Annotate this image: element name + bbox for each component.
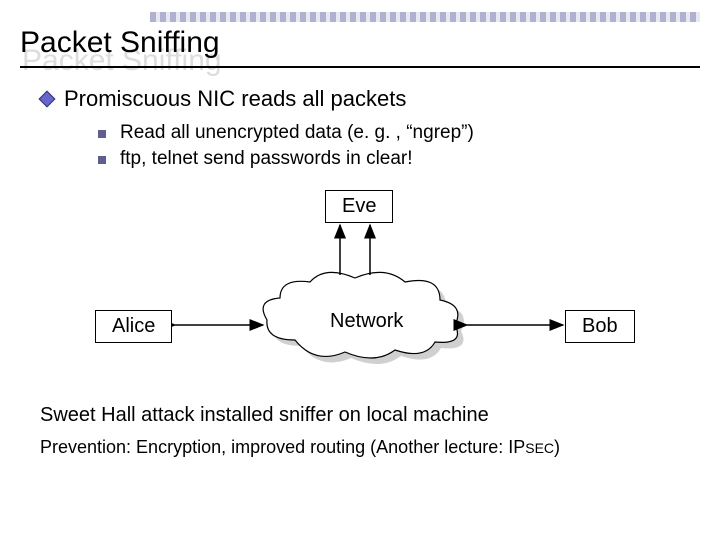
node-bob: Bob bbox=[565, 310, 635, 343]
node-alice: Alice bbox=[95, 310, 172, 343]
bullet-level2-b-text: ftp, telnet send passwords in clear! bbox=[120, 148, 413, 170]
bullet-level2-a: Read all unencrypted data (e. g. , “ngre… bbox=[98, 122, 690, 144]
footer-line-1: Sweet Hall attack installed sniffer on l… bbox=[40, 404, 720, 427]
footer-line-2: Prevention: Encryption, improved routing… bbox=[40, 437, 720, 458]
footer2-smallcaps: SEC bbox=[525, 440, 554, 456]
decorative-top-bar bbox=[150, 12, 700, 22]
square-bullet-icon bbox=[98, 130, 106, 138]
footer2-pre: Prevention: Encryption, improved routing… bbox=[40, 437, 525, 457]
bullet-level1: Promiscuous NIC reads all packets bbox=[40, 86, 690, 112]
node-eve: Eve bbox=[325, 190, 393, 223]
bullet-level2-a-text: Read all unencrypted data (e. g. , “ngre… bbox=[120, 122, 474, 144]
node-network-label: Network bbox=[330, 310, 403, 333]
network-diagram: Eve Alice Bob Network bbox=[45, 190, 685, 390]
diamond-icon bbox=[40, 92, 54, 106]
bullet-level2-b: ftp, telnet send passwords in clear! bbox=[98, 148, 690, 170]
slide-title: Packet Sniffing bbox=[20, 26, 720, 66]
content-area: Promiscuous NIC reads all packets Read a… bbox=[0, 68, 720, 390]
square-bullet-icon bbox=[98, 156, 106, 164]
bullet-level1-text: Promiscuous NIC reads all packets bbox=[64, 86, 406, 112]
footer2-post: ) bbox=[554, 437, 560, 457]
